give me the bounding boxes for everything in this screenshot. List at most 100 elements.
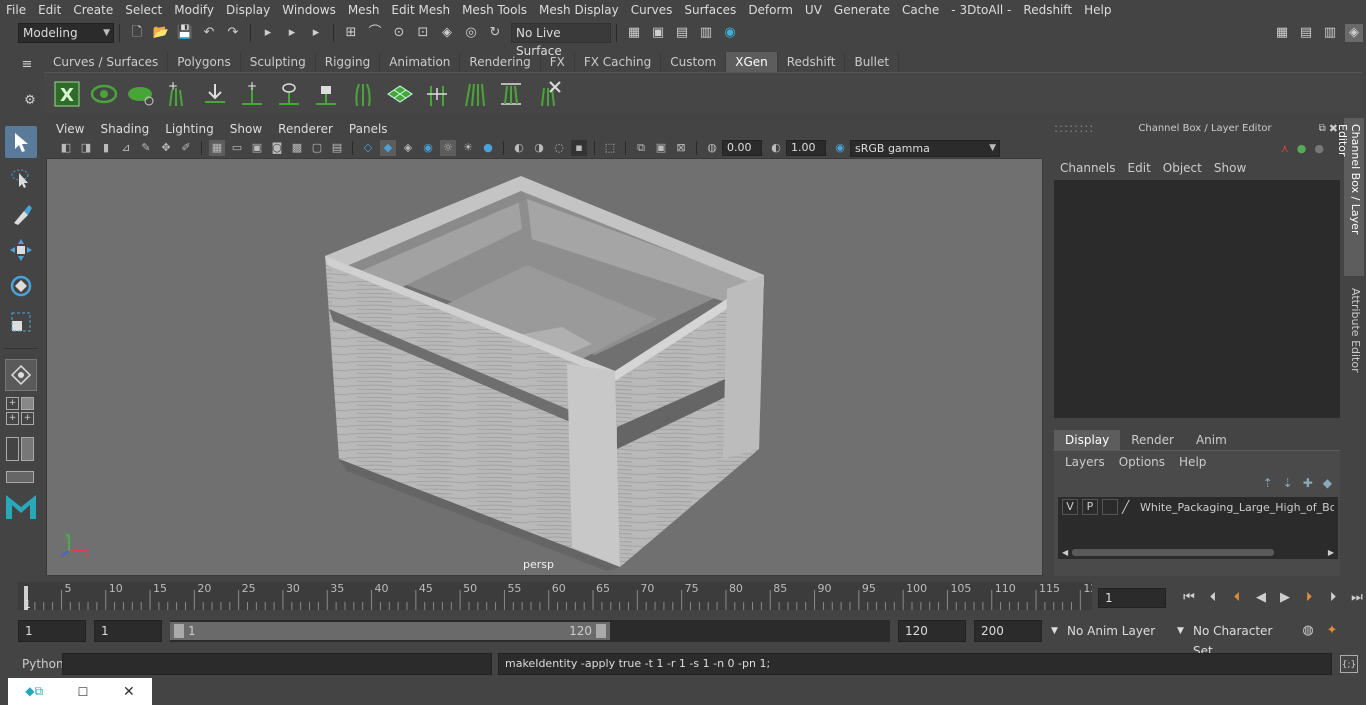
snap-rotate-icon[interactable]: ↻ xyxy=(486,24,504,42)
xgen-guide-curves-icon[interactable] xyxy=(349,80,377,108)
time-slider[interactable]: 5 10 15 20 25 30 35 40 45 50 55 60 65 70 75 80 85 90 95 100… xyxy=(18,580,1097,612)
antialiasing-icon[interactable]: ◑ xyxy=(531,140,547,156)
go-to-end-icon[interactable]: ⏭ xyxy=(1348,589,1366,607)
playback-start-field[interactable]: 1 xyxy=(94,620,162,642)
current-frame-field[interactable]: 1 xyxy=(1098,588,1166,608)
auto-key-icon[interactable]: ◍ xyxy=(1299,622,1317,640)
viewport-menu-panels[interactable]: Panels xyxy=(341,120,396,138)
grease-pencil-icon[interactable]: ✎ xyxy=(138,140,154,156)
scroll-right-icon[interactable]: ▶ xyxy=(1328,548,1334,557)
range-slider-bar[interactable]: 1 120 xyxy=(170,622,610,640)
scale-tool-icon[interactable] xyxy=(5,306,37,338)
channelbox-menu-edit[interactable]: Edit xyxy=(1122,161,1157,175)
wireframe-on-shaded-icon[interactable]: ◈ xyxy=(400,140,416,156)
menu-modify[interactable]: Modify xyxy=(168,0,220,20)
xgen-grid-icon[interactable] xyxy=(386,80,414,108)
depth-of-field-icon[interactable]: ◌ xyxy=(551,140,567,156)
menu-surfaces[interactable]: Surfaces xyxy=(678,0,742,20)
select-component-icon[interactable]: ▸ xyxy=(307,24,325,42)
motion-blur-icon[interactable]: ◐ xyxy=(511,140,527,156)
tab-animation[interactable]: Animation xyxy=(380,52,461,72)
menu-select[interactable]: Select xyxy=(119,0,168,20)
snap-curve-icon[interactable]: ⌒ xyxy=(366,24,384,42)
outliner-layout-icon[interactable] xyxy=(6,437,19,461)
layer-color-icon[interactable]: ╱ xyxy=(1122,500,1136,514)
render-frame-icon[interactable]: ▣ xyxy=(649,24,667,42)
menu-uv[interactable]: UV xyxy=(799,0,828,20)
tab-fx[interactable]: FX xyxy=(541,52,575,72)
hypershade-icon[interactable]: ◉ xyxy=(721,24,739,42)
image-plane-icon[interactable]: ⊿ xyxy=(118,140,134,156)
menu-file[interactable]: File xyxy=(0,0,32,20)
shadows-icon[interactable]: ☀ xyxy=(460,140,476,156)
tab-xgen[interactable]: XGen xyxy=(726,52,778,72)
xgen-rebuild-icon[interactable] xyxy=(423,80,451,108)
ambient-occlusion-icon[interactable]: ● xyxy=(480,140,496,156)
menu-mesh-display[interactable]: Mesh Display xyxy=(533,0,625,20)
tab-attribute-editor[interactable]: Attribute Editor xyxy=(1344,282,1364,382)
tab-polygons[interactable]: Polygons xyxy=(168,52,241,72)
manip-icon[interactable]: ● xyxy=(1297,142,1307,155)
move-tool-icon[interactable] xyxy=(5,234,37,266)
viewport-menu-lighting[interactable]: Lighting xyxy=(157,120,222,138)
xgen-editor-icon[interactable]: X xyxy=(53,80,81,108)
tab-custom[interactable]: Custom xyxy=(661,52,727,72)
tab-bullet[interactable]: Bullet xyxy=(845,52,900,72)
select-hierarchy-icon[interactable]: ▸ xyxy=(259,24,277,42)
viewport-menu-shading[interactable]: Shading xyxy=(92,120,157,138)
select-tool-icon[interactable] xyxy=(5,126,37,158)
workspace-icon[interactable]: ▦ xyxy=(1273,24,1291,42)
character-set-dropdown[interactable]: ▼ No Character Set xyxy=(1174,620,1296,658)
menu-edit-mesh[interactable]: Edit Mesh xyxy=(385,0,456,20)
layer-tab-display[interactable]: Display xyxy=(1054,430,1121,450)
snap-view-icon[interactable]: ⊡ xyxy=(414,24,432,42)
camera-select-icon[interactable]: ◧ xyxy=(58,140,74,156)
xgen-leaf-icon[interactable] xyxy=(127,80,155,108)
step-forward-key-icon[interactable]: ⏵ xyxy=(1300,589,1318,607)
undo-icon[interactable]: ↶ xyxy=(200,24,218,42)
layer-scrollbar[interactable]: ◀ ▶ xyxy=(1058,547,1338,557)
shelf-menu-icon[interactable]: ≡ xyxy=(18,56,36,74)
range-handle-left[interactable] xyxy=(174,624,184,638)
four-view-layout-icon[interactable]: + xyxy=(6,397,19,410)
xgen-delete-guide-icon[interactable] xyxy=(534,80,562,108)
tab-fx-caching[interactable]: FX Caching xyxy=(575,52,662,72)
viewport-menu-show[interactable]: Show xyxy=(222,120,270,138)
layer-type-toggle[interactable] xyxy=(1102,499,1118,515)
scroll-left-icon[interactable]: ◀ xyxy=(1062,548,1068,557)
gamma-icon[interactable]: ◐ xyxy=(768,140,784,156)
end-time-field[interactable]: 200 xyxy=(974,620,1042,642)
drag-handle-icon[interactable]: :::::::: xyxy=(1054,121,1094,135)
tab-channel-box[interactable]: Channel Box / Layer Editor xyxy=(1336,118,1364,276)
command-language[interactable]: Python xyxy=(18,657,64,671)
menu-windows[interactable]: Windows xyxy=(276,0,342,20)
ipr-render-icon[interactable]: ▤ xyxy=(673,24,691,42)
snap-grid-icon[interactable]: ⊞ xyxy=(342,24,360,42)
viewport-menu-view[interactable]: View xyxy=(48,120,92,138)
gamma-field[interactable]: 1.00 xyxy=(786,140,826,156)
range-handle-right[interactable] xyxy=(596,624,606,638)
field-chart-icon[interactable]: ▩ xyxy=(289,140,305,156)
bookmark-icon[interactable]: ▮ xyxy=(98,140,114,156)
xgen-guide-length-icon[interactable] xyxy=(497,80,525,108)
step-forward-icon[interactable]: ⏵ xyxy=(1324,589,1342,607)
channel-list[interactable] xyxy=(1054,180,1340,418)
isolate-select-icon[interactable]: ⬚ xyxy=(602,140,618,156)
range-slider[interactable]: 1 120 xyxy=(170,620,890,642)
xgen-guide-lock-icon[interactable] xyxy=(312,80,340,108)
2d-pan-zoom-icon[interactable]: ✥ xyxy=(158,140,174,156)
menu-3dtoall[interactable]: - 3DtoAll - xyxy=(945,0,1017,20)
xgen-guide-plus-icon[interactable]: + xyxy=(238,80,266,108)
menu-deform[interactable]: Deform xyxy=(742,0,799,20)
toolbox-extra-icon[interactable] xyxy=(6,471,34,483)
grid-icon[interactable]: ▦ xyxy=(209,140,225,156)
film-gate-icon[interactable]: ▭ xyxy=(229,140,245,156)
exposure-icon[interactable]: ◍ xyxy=(704,140,720,156)
channelbox-menu-channels[interactable]: Channels xyxy=(1054,161,1122,175)
playback-end-field[interactable]: 120 xyxy=(898,620,966,642)
grease-icon[interactable]: ✐ xyxy=(178,140,194,156)
channelbox-menu-object[interactable]: Object xyxy=(1157,161,1208,175)
menu-mesh-tools[interactable]: Mesh Tools xyxy=(456,0,533,20)
save-scene-icon[interactable]: 💾 xyxy=(176,24,194,42)
textured-icon[interactable]: ◉ xyxy=(420,140,436,156)
